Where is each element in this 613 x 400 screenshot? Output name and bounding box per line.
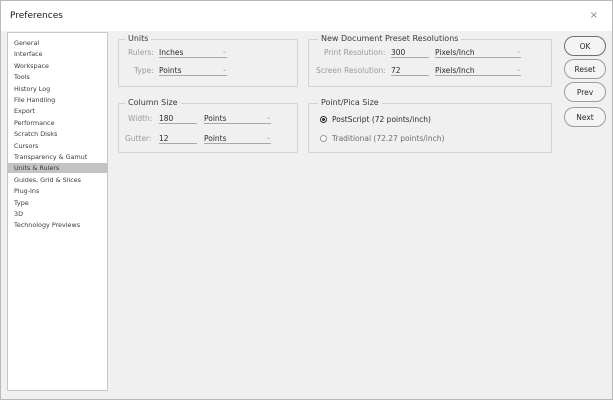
print-resolution-label: Print Resolution:	[324, 48, 386, 57]
sidebar-item[interactable]: History Log	[8, 84, 107, 94]
sidebar-item[interactable]: File Handling	[8, 95, 107, 105]
point-pica-title: Point/Pica Size	[318, 98, 382, 107]
sidebar-item[interactable]: Units & Rulers	[8, 163, 107, 174]
sidebar-item[interactable]: Tools	[8, 72, 107, 82]
column-size-group: Column Size Width: 180 Points ⌄ Gutter: …	[118, 98, 298, 153]
width-unit-select[interactable]: Points ⌄	[204, 113, 271, 124]
chevron-down-icon: ⌄	[221, 66, 227, 73]
units-group: Units Rulers: Inches ⌄ Type: Points ⌄	[118, 34, 298, 87]
chevron-down-icon: ⌄	[265, 134, 271, 141]
screen-resolution-unit-select[interactable]: Pixels/Inch ⌄	[435, 65, 521, 76]
gutter-unit-select[interactable]: Points ⌄	[204, 133, 271, 144]
traditional-radio-label: Traditional (72.27 points/inch)	[332, 134, 445, 143]
chevron-down-icon: ⌄	[515, 48, 521, 55]
print-resolution-input[interactable]: 300	[391, 47, 429, 58]
point-pica-group: Point/Pica Size PostScript (72 points/in…	[308, 98, 552, 153]
column-size-group-title: Column Size	[125, 98, 181, 107]
screen-resolution-label: Screen Resolution:	[316, 66, 386, 75]
ok-button[interactable]: OK	[564, 36, 606, 56]
preferences-window: Preferences × General Interface Workspace T…	[0, 0, 613, 400]
sidebar-item[interactable]: 3D	[8, 209, 107, 219]
window-title: Preferences	[10, 11, 63, 21]
type-select-value: Points	[159, 66, 182, 75]
width-unit-value: Points	[204, 114, 227, 123]
sidebar-item[interactable]: Performance	[8, 118, 107, 128]
sidebar-item[interactable]: Type	[8, 198, 107, 208]
width-input[interactable]: 180	[159, 113, 197, 124]
rulers-label: Rulers:	[128, 48, 154, 57]
width-label: Width:	[128, 114, 153, 123]
dialog-body: General Interface Workspace Tools History Lo…	[1, 31, 612, 399]
reset-button[interactable]: Reset	[564, 59, 606, 79]
sidebar-item[interactable]: Technology Previews	[8, 220, 107, 230]
category-list: General Interface Workspace Tools History Lo…	[7, 32, 108, 391]
chevron-down-icon: ⌄	[515, 66, 521, 73]
gutter-label: Gutter:	[125, 134, 152, 143]
prev-button[interactable]: Prev	[564, 82, 606, 102]
rulers-select[interactable]: Inches ⌄	[159, 47, 227, 58]
postscript-radio-label: PostScript (72 points/inch)	[332, 115, 431, 124]
preset-resolutions-group: New Document Preset Resolutions Print Re…	[308, 34, 552, 87]
next-button[interactable]: Next	[564, 107, 606, 127]
title-bar: Preferences ×	[1, 1, 612, 31]
sidebar-item[interactable]: Interface	[8, 49, 107, 59]
preset-resolutions-title: New Document Preset Resolutions	[318, 34, 462, 43]
sidebar-item[interactable]: Guides, Grid & Slices	[8, 175, 107, 185]
units-group-title: Units	[125, 34, 152, 43]
sidebar-item[interactable]: General	[8, 38, 107, 48]
print-resolution-unit-value: Pixels/Inch	[435, 48, 475, 57]
screen-resolution-input[interactable]: 72	[391, 65, 429, 76]
sidebar-item[interactable]: Plug-Ins	[8, 186, 107, 196]
chevron-down-icon: ⌄	[265, 114, 271, 121]
chevron-down-icon: ⌄	[221, 48, 227, 55]
sidebar-item[interactable]: Workspace	[8, 61, 107, 71]
screen-resolution-unit-value: Pixels/Inch	[435, 66, 475, 75]
sidebar-item[interactable]: Scratch Disks	[8, 129, 107, 139]
print-resolution-unit-select[interactable]: Pixels/Inch ⌄	[435, 47, 521, 58]
radio-button-checked[interactable]	[320, 116, 327, 123]
type-select[interactable]: Points ⌄	[159, 65, 227, 76]
close-icon[interactable]: ×	[590, 10, 598, 21]
sidebar-item[interactable]: Export	[8, 106, 107, 116]
radio-button-unchecked[interactable]	[320, 135, 327, 142]
type-label: Type:	[134, 66, 154, 75]
gutter-input[interactable]: 12	[159, 133, 197, 144]
rulers-select-value: Inches	[159, 48, 184, 57]
sidebar-item[interactable]: Transparency & Gamut	[8, 152, 107, 162]
gutter-unit-value: Points	[204, 134, 227, 143]
sidebar-item[interactable]: Cursors	[8, 141, 107, 151]
